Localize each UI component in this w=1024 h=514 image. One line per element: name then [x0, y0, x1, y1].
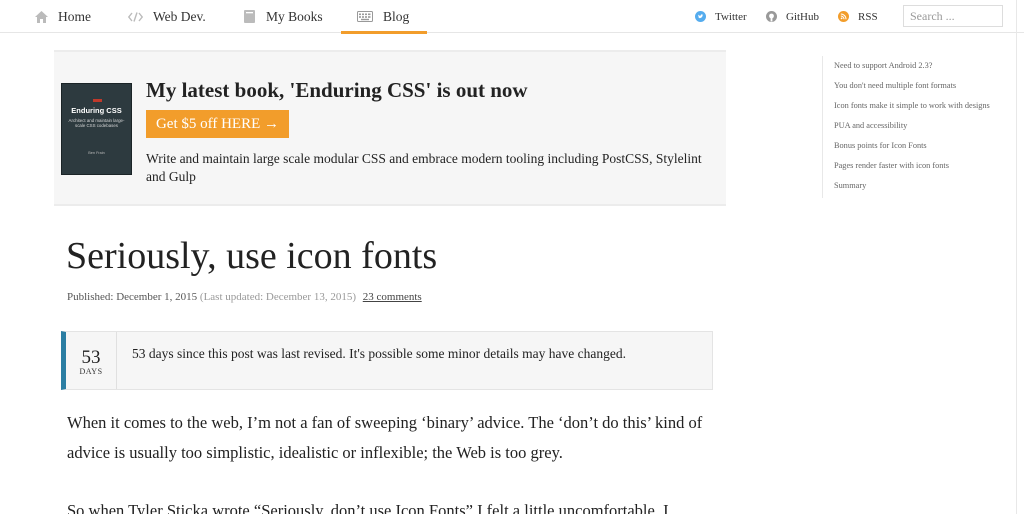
twitter-label: Twitter [715, 10, 747, 23]
table-of-contents: Need to support Android 2.3? You don't n… [822, 56, 1016, 198]
toc-item[interactable]: Pages render faster with icon fonts [834, 156, 1016, 176]
toc-item[interactable]: You don't need multiple font formats [834, 76, 1016, 96]
post-paragraph: So when Tyler Sticka wrote “Seriously, d… [67, 501, 669, 514]
home-icon [34, 10, 48, 24]
days-label: DAYS [79, 367, 103, 376]
book-cover-tag [93, 99, 102, 102]
toc-item[interactable]: Summary [834, 176, 1016, 196]
nav-item-label: My Books [266, 8, 323, 24]
days-counter: 53 DAYS [66, 332, 117, 389]
published-date: Published: December 1, 2015 [67, 291, 198, 303]
revision-notice: 53 DAYS 53 days since this post was last… [61, 331, 713, 390]
comments-link[interactable]: 23 comments [363, 291, 422, 303]
toc-item[interactable]: Icon fonts make it simple to work with d… [834, 96, 1016, 116]
toc-item[interactable]: Need to support Android 2.3? [834, 56, 1016, 76]
book-cover-subtitle: Architect and maintain large-scale CSS c… [68, 118, 125, 129]
promo-book-name: Enduring CSS [295, 78, 426, 102]
keyboard-icon [357, 10, 373, 24]
book-promo-banner: Enduring CSS Architect and maintain larg… [54, 50, 726, 206]
twitter-link[interactable]: Twitter [695, 0, 747, 33]
code-icon [128, 10, 143, 24]
top-navigation: Home Web Dev. My Books Blog Twitter GitH… [0, 0, 1024, 34]
days-number: 53 [81, 347, 101, 368]
promo-heading-post: ' is out now [425, 78, 528, 102]
promo-description: Write and maintain large scale modular C… [146, 151, 702, 184]
promo-heading: My latest book, 'Enduring CSS' is out no… [146, 78, 528, 103]
github-icon [766, 11, 777, 22]
nav-item-label: Web Dev. [153, 8, 206, 24]
rss-label: RSS [858, 10, 878, 23]
book-icon [242, 10, 256, 24]
nav-item-blog[interactable]: Blog [340, 0, 428, 34]
toc-item[interactable]: PUA and accessibility [834, 116, 1016, 136]
nav-item-my-books[interactable]: My Books [242, 0, 323, 33]
post-title: Seriously, use icon fonts [66, 235, 438, 277]
github-label: GitHub [786, 10, 819, 23]
promo-heading-pre: My latest book, ' [146, 78, 296, 102]
book-cover-author: Ben Frain [88, 151, 105, 155]
nav-item-web-dev[interactable]: Web Dev. [128, 0, 206, 33]
book-cover-image[interactable]: Enduring CSS Architect and maintain larg… [61, 83, 132, 175]
rss-link[interactable]: RSS [838, 0, 878, 33]
nav-item-home[interactable]: Home [34, 0, 91, 33]
post-meta: Published: December 1, 2015 (Last update… [67, 291, 422, 303]
toc-item[interactable]: Bonus points for Icon Fonts [834, 136, 1016, 156]
updated-date: (Last updated: December 13, 2015) [199, 291, 356, 303]
nav-item-label: Home [58, 8, 91, 24]
github-link[interactable]: GitHub [766, 0, 819, 33]
book-cover-title: Enduring CSS [71, 106, 122, 115]
page-edge-divider [1016, 0, 1017, 514]
nav-item-label: Blog [383, 8, 410, 24]
revision-notice-text: 53 days since this post was last revised… [132, 346, 626, 361]
twitter-icon [695, 11, 706, 22]
rss-icon [838, 11, 849, 22]
post-paragraph: When it comes to the web, I’m not a fan … [67, 413, 703, 462]
search-input[interactable] [903, 5, 1003, 27]
get-discount-button[interactable]: Get $5 off HERE → [146, 110, 289, 138]
